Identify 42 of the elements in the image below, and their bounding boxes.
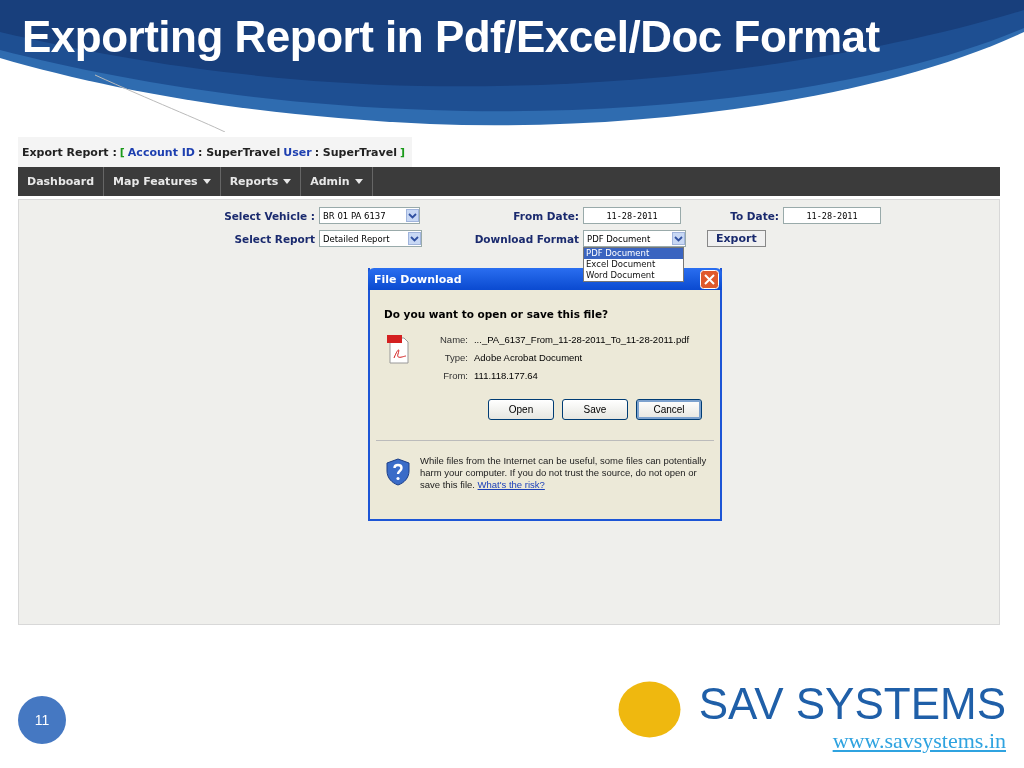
dialog-button[interactable]: Save <box>562 399 628 420</box>
slide-title: Exporting Report in Pdf/Excel/Doc Format <box>21 11 880 62</box>
field-label: Download Format <box>473 232 579 245</box>
page-number: 11 <box>18 696 66 744</box>
dropdown-option[interactable]: Excel Document <box>584 259 683 270</box>
detail-value: Adobe Acrobat Document <box>474 352 584 363</box>
dialog-button[interactable]: Open <box>488 399 554 420</box>
caret-icon <box>202 179 211 184</box>
vehicle-select[interactable]: BR 01 PA 6137 <box>319 207 420 224</box>
field-label: To Date: <box>729 209 779 222</box>
shield-question-icon <box>386 458 410 486</box>
menu-item[interactable]: Reports <box>220 167 302 196</box>
field-label: Select Vehicle : <box>223 209 315 222</box>
warning-text: While files from the Internet can be useful, some files can potentially harm your computer. If you do not trust the source, do not open or save this file. What's the risk? <box>420 455 708 491</box>
risk-link[interactable]: What's the risk? <box>477 479 545 490</box>
format-select[interactable]: PDF Document <box>583 230 686 247</box>
dialog-title: File Download <box>374 272 462 286</box>
detail-label: Type: <box>443 352 468 363</box>
pdf-document-icon <box>386 334 410 364</box>
detail-value: 111.118.177.64 <box>474 370 539 381</box>
to-date-field[interactable]: 11-28-2011 <box>783 207 881 224</box>
dialog-question: Do you want to open or save this file? <box>384 308 610 320</box>
field-label: Select Report <box>233 232 315 245</box>
field-label: From Date: <box>512 209 579 222</box>
detail-value: ..._PA_6137_From_11-28-2011_To_11-28-2011.pdf <box>474 334 690 345</box>
menu-item[interactable]: Map Features <box>104 167 221 196</box>
detail-label: Name: <box>440 334 468 345</box>
company-name: SAV SYSTEMS <box>698 680 1006 728</box>
export-button[interactable]: Export <box>707 230 766 247</box>
close-icon[interactable] <box>700 269 719 289</box>
export-report-heading: Export Report : [ Account ID : SuperTravel User : SuperTravel ] <box>18 137 412 167</box>
menu-item[interactable]: Dashboard <box>18 167 105 196</box>
dropdown-option[interactable]: Word Document <box>584 270 683 281</box>
caret-icon <box>354 179 363 184</box>
caret-icon <box>283 179 292 184</box>
report-select[interactable]: Detailed Report <box>319 230 422 247</box>
detail-label: From: <box>442 370 468 381</box>
dialog-button[interactable]: Cancel <box>636 399 702 420</box>
from-date-field[interactable]: 11-28-2011 <box>583 207 681 224</box>
dropdown-option[interactable]: PDF Document <box>584 248 683 259</box>
circle-logo-icon <box>617 681 681 738</box>
menu-item[interactable]: Admin <box>301 167 373 196</box>
